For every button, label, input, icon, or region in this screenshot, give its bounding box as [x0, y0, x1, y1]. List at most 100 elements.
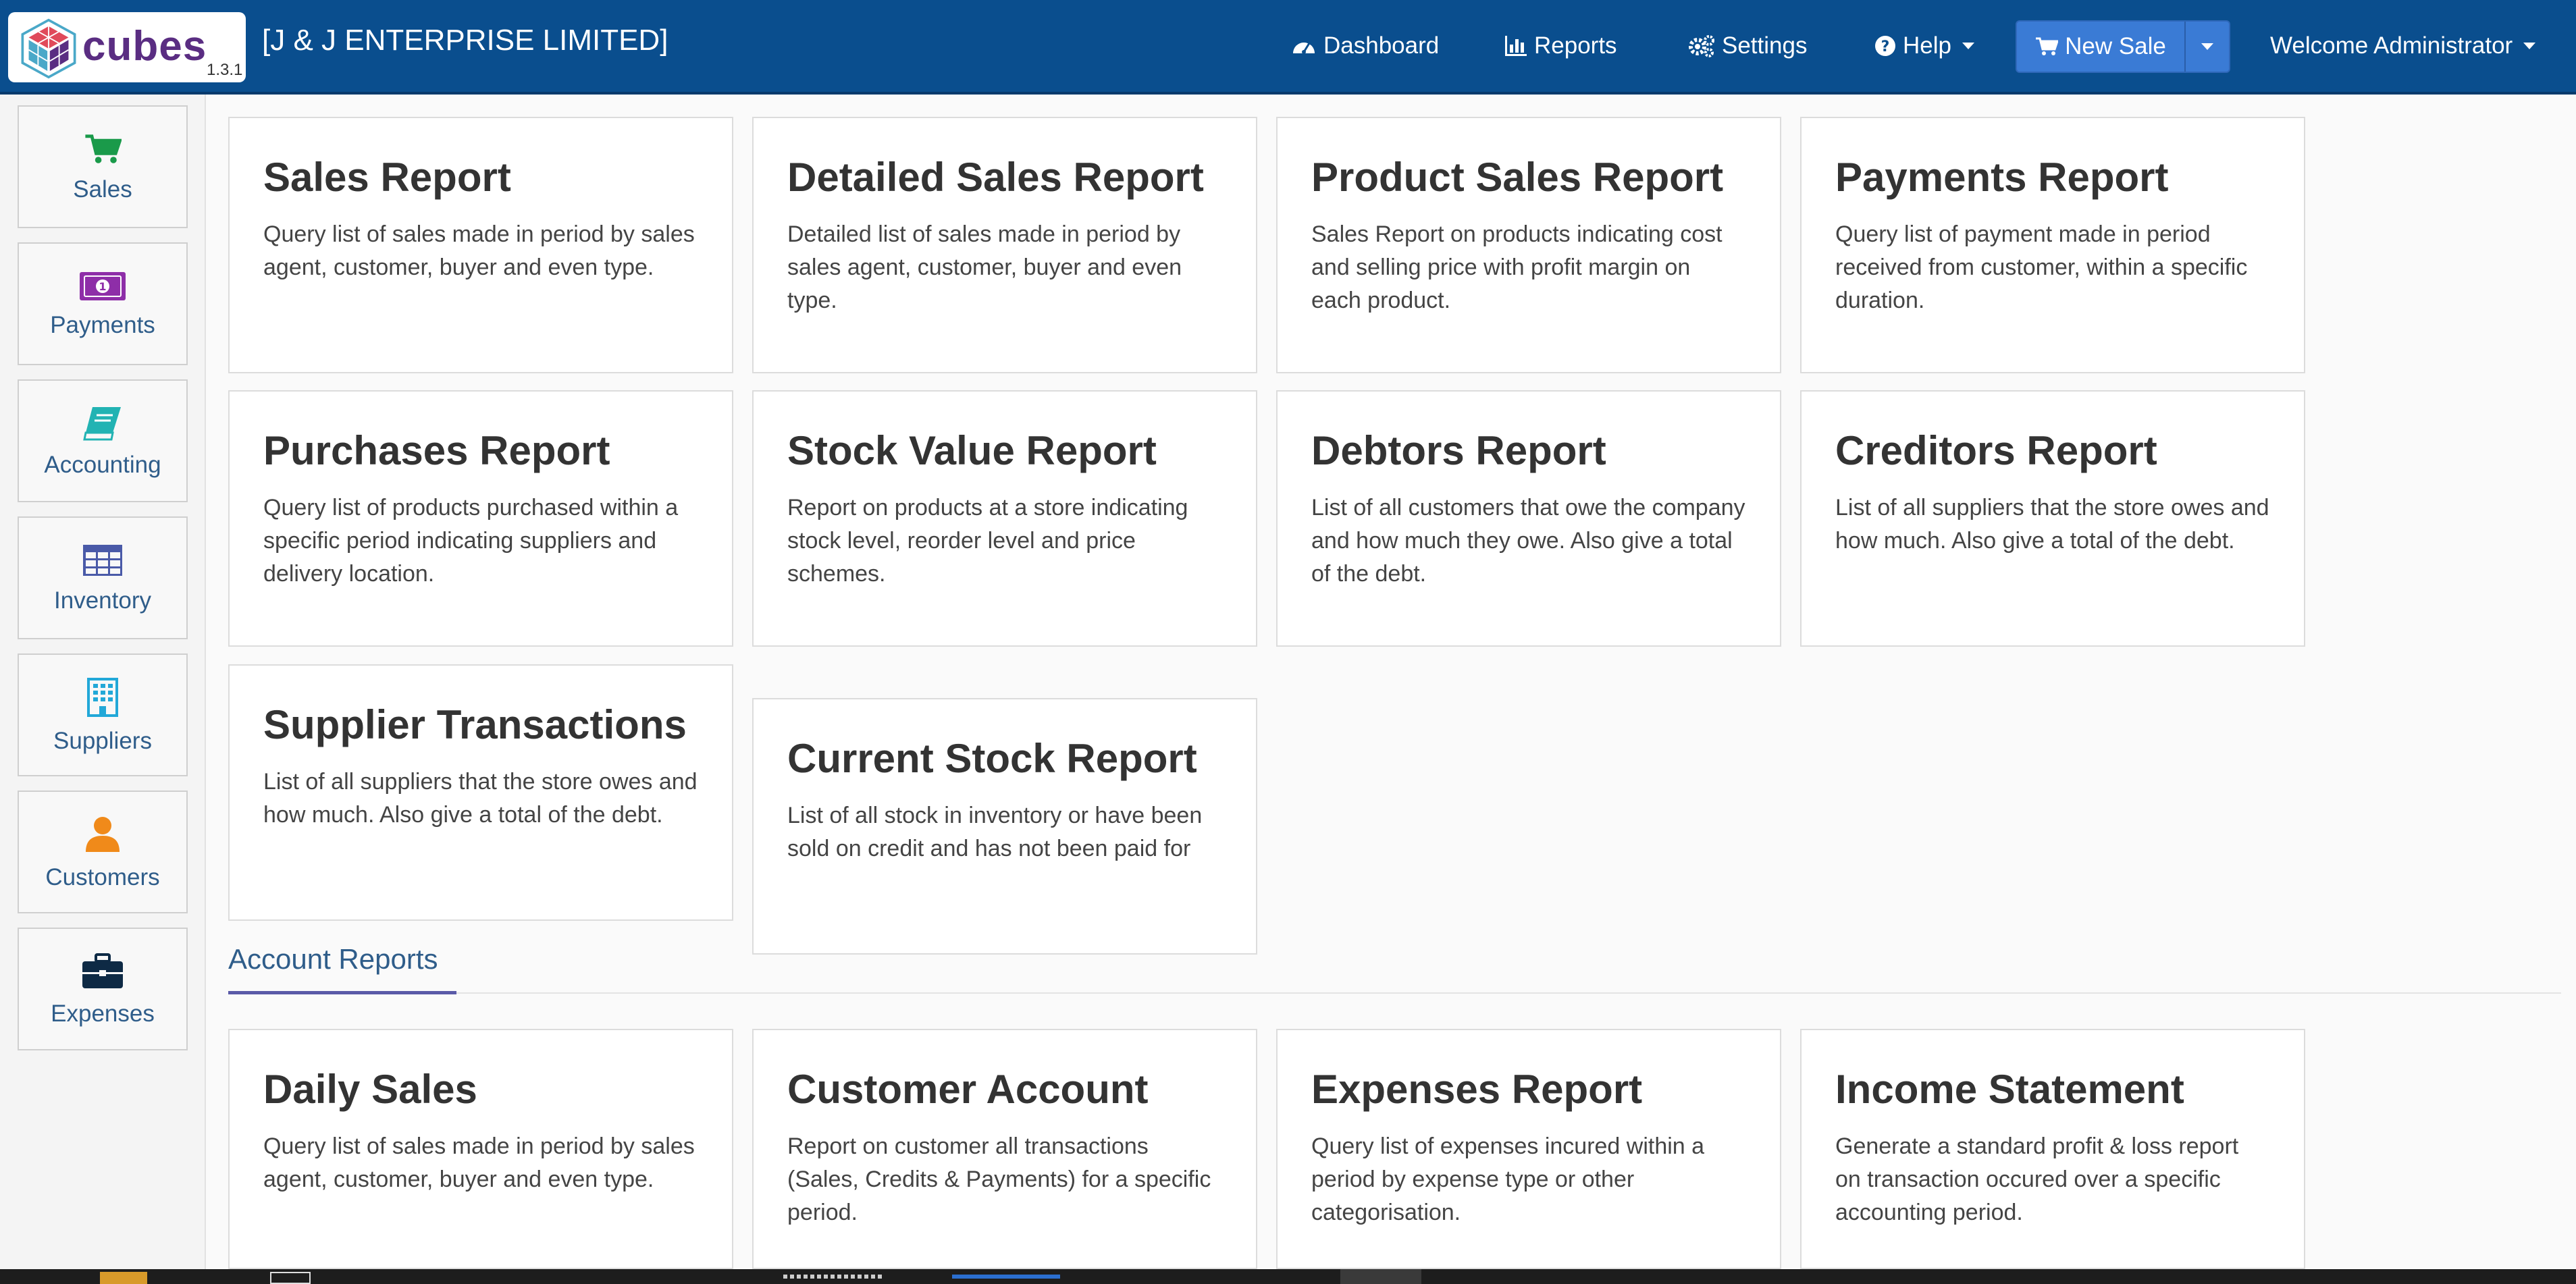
briefcase-icon: [82, 953, 123, 988]
report-card-desc: Generate a standard profit & loss report…: [1835, 1133, 2239, 1225]
question-circle-icon: ?: [1875, 35, 1895, 56]
report-card-product-sales[interactable]: Product Sales Report Sales Report on pro…: [1276, 117, 1781, 373]
report-card-customer-account[interactable]: Customer Account Report on customer all …: [752, 1029, 1257, 1269]
gears-icon: [1689, 34, 1714, 57]
report-card-title: Debtors Report: [1311, 428, 1606, 473]
report-card-title: Income Statement: [1835, 1067, 2184, 1112]
user-menu[interactable]: Welcome Administrator: [2270, 32, 2536, 59]
user-welcome-label: Welcome Administrator: [2270, 32, 2513, 59]
nav-dashboard[interactable]: Dashboard: [1291, 34, 1439, 57]
company-name: [J & J ENTERPRISE LIMITED]: [262, 24, 668, 57]
section-title-account-reports: Account Reports: [228, 943, 438, 975]
new-sale-button-group: New Sale: [2016, 20, 2230, 73]
svg-text:?: ?: [1881, 38, 1890, 55]
book-icon: [83, 406, 121, 440]
taskbar-app-icon[interactable]: [270, 1272, 311, 1284]
sidebar-item-suppliers[interactable]: Suppliers: [18, 653, 188, 776]
sidebar-item-payments[interactable]: 1 Payments: [18, 242, 188, 365]
sidebar-item-label: Accounting: [44, 451, 161, 478]
dashboard-icon: [1293, 42, 1315, 54]
report-card-desc: Report on products at a store indicating…: [787, 495, 1188, 587]
report-card-desc: Query list of sales made in period by sa…: [263, 1133, 695, 1192]
report-card-title: Detailed Sales Report: [787, 155, 1204, 200]
bar-chart-icon: [1505, 35, 1527, 56]
report-card-title: Supplier Transactions: [263, 702, 687, 747]
section-divider: [228, 992, 2561, 994]
table-icon: [83, 544, 122, 576]
report-card-title: Expenses Report: [1311, 1067, 1643, 1112]
nav-settings-label: Settings: [1722, 32, 1808, 59]
report-card-desc: Query list of products purchased within …: [263, 495, 679, 587]
report-card-detailed-sales[interactable]: Detailed Sales Report Detailed list of s…: [752, 117, 1257, 373]
nav-dashboard-label: Dashboard: [1323, 32, 1440, 59]
sidebar-item-label: Customers: [45, 863, 160, 890]
report-card-desc: Query list of expenses incured within a …: [1311, 1133, 1705, 1225]
report-card-title: Sales Report: [263, 155, 511, 200]
report-card-desc: Query list of payment made in period rec…: [1835, 221, 2248, 313]
report-card-desc: List of all suppliers that the store owe…: [1835, 495, 2269, 554]
report-card-desc: Report on customer all transactions (Sal…: [787, 1133, 1211, 1225]
nav-reports[interactable]: Reports: [1504, 34, 1617, 57]
sidebar-item-label: Sales: [73, 176, 132, 203]
report-card-desc: Sales Report on products indicating cost…: [1311, 221, 1723, 313]
sidebar-item-inventory[interactable]: Inventory: [18, 516, 188, 639]
report-card-title: Current Stock Report: [787, 736, 1197, 781]
report-card-title: Creditors Report: [1835, 428, 2157, 473]
sidebar-item-label: Inventory: [54, 587, 151, 614]
new-sale-dropdown-toggle[interactable]: [2186, 22, 2229, 72]
report-card-title: Customer Account: [787, 1067, 1149, 1112]
report-card-desc: Detailed list of sales made in period by…: [787, 221, 1182, 313]
report-card-title: Daily Sales: [263, 1067, 477, 1112]
report-card-expenses[interactable]: Expenses Report Query list of expenses i…: [1276, 1029, 1781, 1269]
taskbar-app-icon[interactable]: [1340, 1269, 1421, 1284]
report-card-payments[interactable]: Payments Report Query list of payment ma…: [1800, 117, 2305, 373]
money-icon: 1: [80, 271, 126, 300]
report-card-purchases[interactable]: Purchases Report Query list of products …: [228, 390, 733, 647]
nav-reports-label: Reports: [1534, 32, 1617, 59]
app-logo[interactable]: cubes 1.3.1: [8, 12, 246, 82]
chevron-down-icon: [1962, 42, 1974, 49]
sidebar-item-expenses[interactable]: Expenses: [18, 928, 188, 1050]
report-card-title: Payments Report: [1835, 155, 2169, 200]
building-icon: [87, 677, 118, 717]
new-sale-button[interactable]: New Sale: [2017, 22, 2186, 72]
nav-help[interactable]: ? Help: [1874, 34, 1974, 57]
report-card-supplier-transactions[interactable]: Supplier Transactions List of all suppli…: [228, 664, 733, 921]
app-version: 1.3.1: [207, 61, 243, 79]
cubes-logo-icon: [21, 18, 76, 79]
report-card-sales[interactable]: Sales Report Query list of sales made in…: [228, 117, 733, 373]
report-card-desc: Query list of sales made in period by sa…: [263, 221, 695, 280]
sidebar-item-label: Payments: [50, 311, 155, 338]
taskbar-app-icon[interactable]: [952, 1275, 1060, 1279]
sidebar-item-label: Expenses: [51, 1000, 155, 1027]
svg-text:1: 1: [99, 280, 106, 293]
report-card-title: Stock Value Report: [787, 428, 1157, 473]
sidebar-item-sales[interactable]: Sales: [18, 105, 188, 228]
report-card-stock-value[interactable]: Stock Value Report Report on products at…: [752, 390, 1257, 647]
report-card-desc: List of all stock in inventory or have b…: [787, 803, 1203, 861]
report-card-desc: List of all customers that owe the compa…: [1311, 495, 1745, 587]
report-card-title: Product Sales Report: [1311, 155, 1724, 200]
report-card-current-stock[interactable]: Current Stock Report List of all stock i…: [752, 698, 1257, 955]
sidebar-item-label: Suppliers: [53, 727, 152, 754]
report-card-creditors[interactable]: Creditors Report List of all suppliers t…: [1800, 390, 2305, 647]
cart-icon: [2036, 37, 2059, 55]
os-taskbar: [0, 1269, 2576, 1284]
new-sale-label: New Sale: [2065, 33, 2166, 59]
report-card-desc: List of all suppliers that the store owe…: [263, 769, 698, 828]
report-card-daily-sales[interactable]: Daily Sales Query list of sales made in …: [228, 1029, 733, 1269]
report-card-debtors[interactable]: Debtors Report List of all customers tha…: [1276, 390, 1781, 647]
taskbar-app-icon[interactable]: [783, 1275, 885, 1279]
nav-settings[interactable]: Settings: [1688, 34, 1807, 57]
cart-icon: [85, 134, 122, 163]
caret-down-icon: [2201, 43, 2213, 50]
report-card-income-statement[interactable]: Income Statement Generate a standard pro…: [1800, 1029, 2305, 1269]
logo-wordmark: cubes: [82, 23, 207, 70]
top-navbar: cubes 1.3.1 [J & J ENTERPRISE LIMITED] D…: [0, 0, 2576, 95]
chevron-down-icon: [2523, 42, 2536, 49]
sidebar-item-accounting[interactable]: Accounting: [18, 379, 188, 502]
taskbar-app-icon[interactable]: [100, 1272, 147, 1284]
nav-help-label: Help: [1903, 32, 1951, 59]
sidebar-item-customers[interactable]: Customers: [18, 791, 188, 913]
user-icon: [86, 816, 120, 852]
